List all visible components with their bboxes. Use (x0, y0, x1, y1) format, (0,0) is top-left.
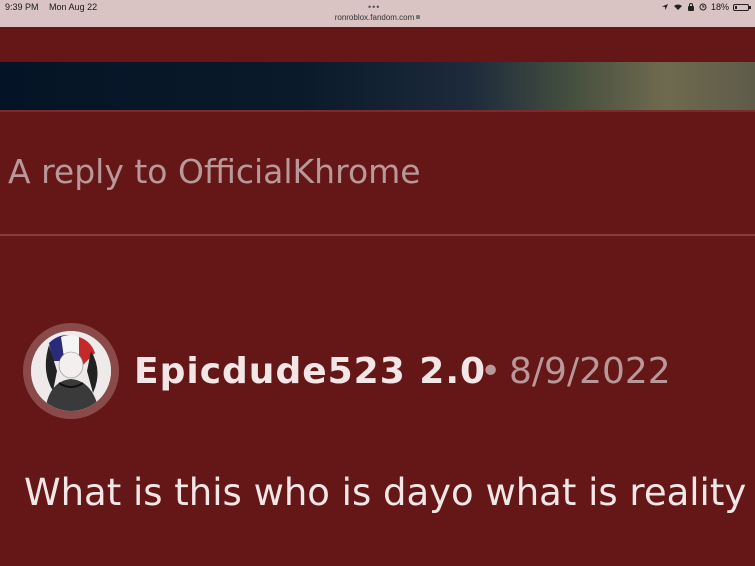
comment-date: 8/9/2022 (509, 351, 671, 392)
multitasking-dots[interactable]: ••• (368, 2, 380, 12)
avatar-picture-icon (31, 331, 111, 411)
avatar[interactable] (23, 323, 119, 419)
lock-icon (416, 15, 421, 19)
status-indicators: 18% (661, 2, 751, 12)
wifi-icon (673, 4, 682, 10)
status-clock: 9:39 PM Mon Aug 22 (5, 2, 97, 12)
address-bar[interactable]: ronroblox.fandom.com (0, 13, 755, 22)
status-time-text: 9:39 PM (5, 2, 39, 12)
avatar-image (31, 331, 111, 411)
url-text: ronroblox.fandom.com (334, 13, 415, 22)
community-banner (0, 62, 755, 110)
comment-body: What is this who is dayo what is reality (24, 471, 747, 514)
status-bar: 9:39 PM Mon Aug 22 ••• ronroblox.fandom.… (0, 0, 755, 27)
battery-percent: 18% (710, 2, 729, 12)
lock-rotation-icon (687, 3, 694, 11)
page-title: A reply to OfficialKhrome (8, 152, 421, 191)
alarm-icon (699, 3, 707, 11)
banner-divider (0, 110, 755, 112)
location-icon (661, 4, 668, 10)
status-date-text: Mon Aug 22 (49, 2, 98, 12)
section-divider (0, 234, 755, 236)
meta-separator: • (480, 351, 502, 392)
comment-author[interactable]: Epicdude523 2.0 (134, 351, 486, 392)
battery-icon (733, 3, 751, 11)
